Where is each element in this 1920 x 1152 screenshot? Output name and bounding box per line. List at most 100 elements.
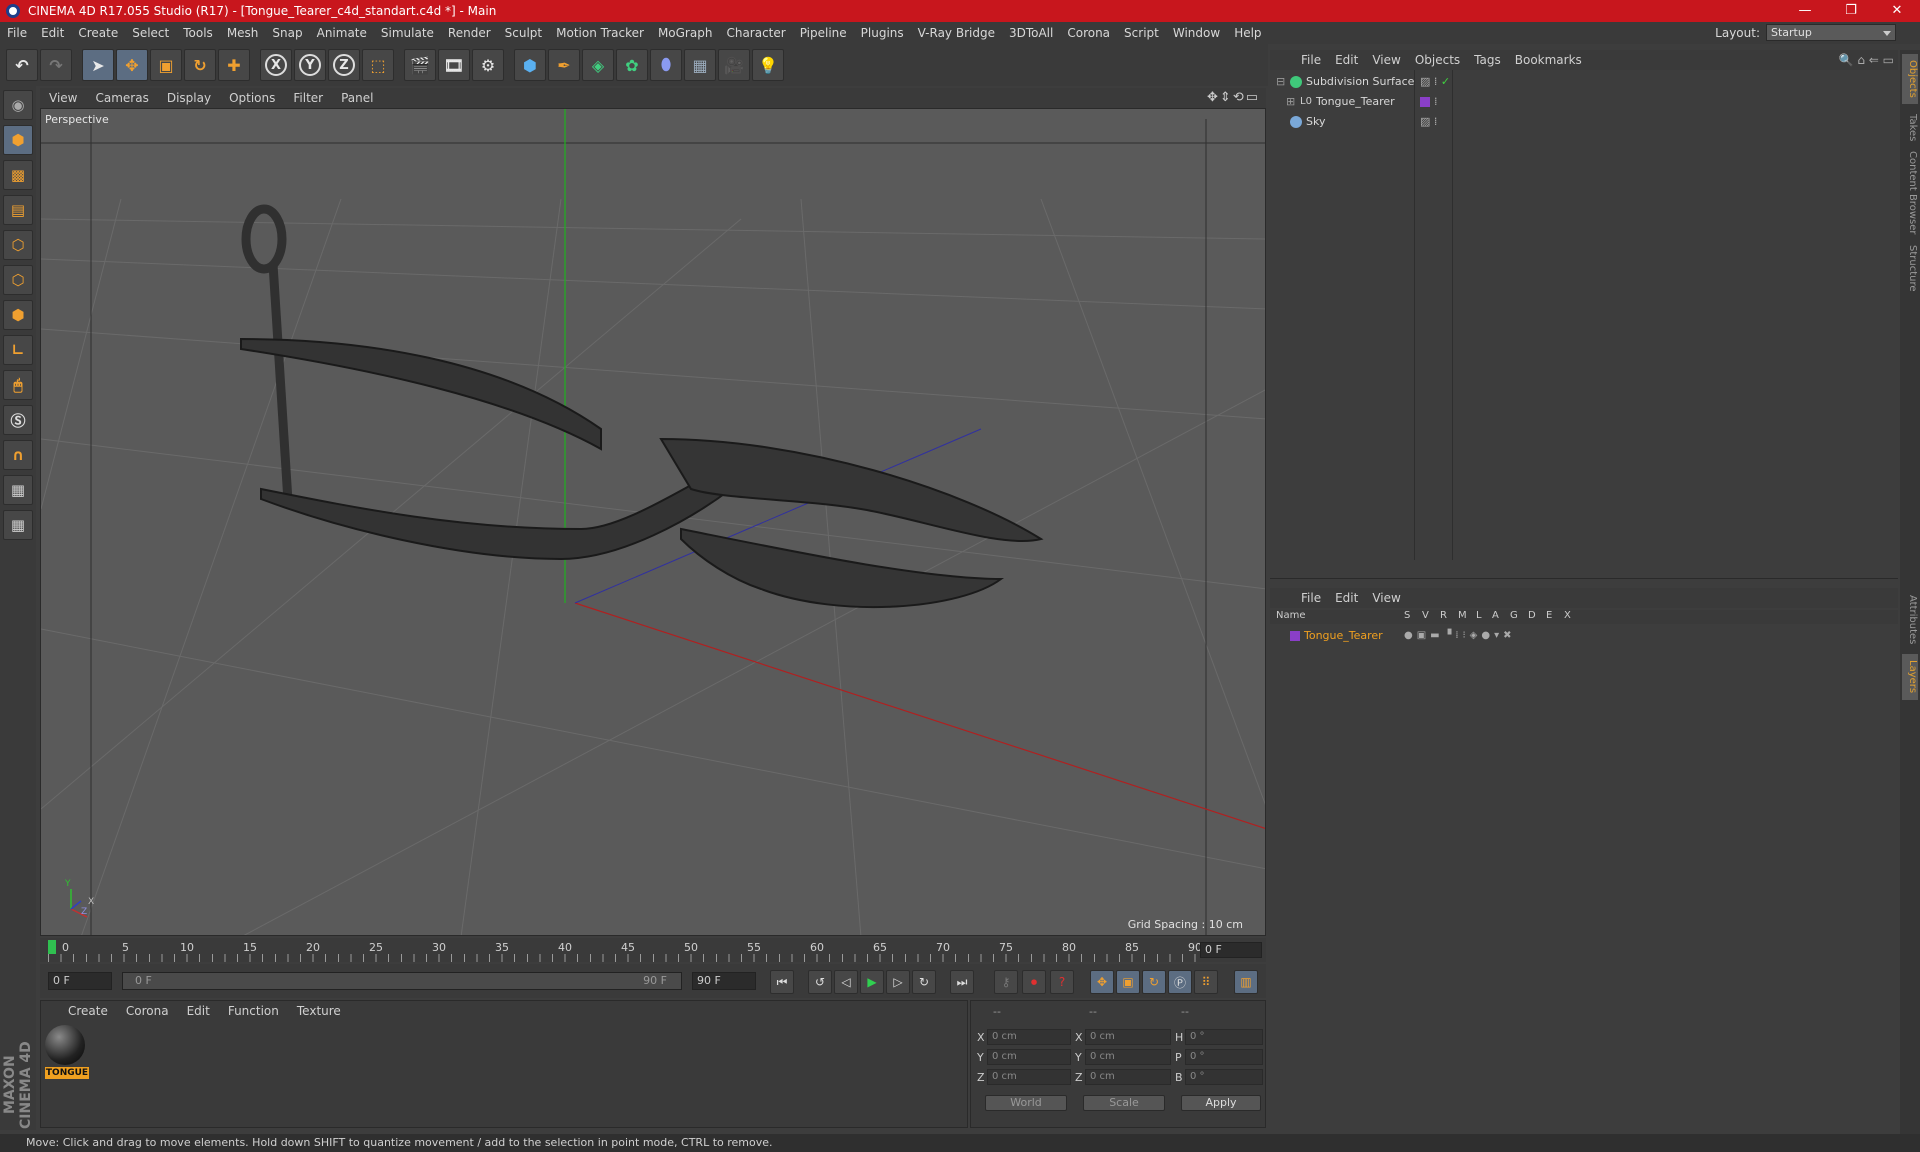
timeline-window-button[interactable]: ▥ xyxy=(1234,970,1258,994)
tab-content-browser[interactable]: Content Browser xyxy=(1902,150,1918,236)
polygons-mode-button[interactable]: ⬢ xyxy=(3,300,33,330)
prev-key-button[interactable]: ↺ xyxy=(808,970,832,994)
menu-help[interactable]: Help xyxy=(1227,26,1268,40)
goto-start-button[interactable]: ⏮ xyxy=(770,970,794,994)
autokey-button[interactable]: ⏺ xyxy=(1022,970,1046,994)
viewport-menu-display[interactable]: Display xyxy=(158,91,220,105)
visibility-dots-icon[interactable]: ▨ ⁞ ✓ xyxy=(1420,72,1450,92)
maximize-button[interactable]: ❐ xyxy=(1828,0,1874,22)
om-toolbar-icons[interactable]: 🔍 ⌂ ⇐ ▭ xyxy=(1839,53,1894,67)
next-key-button[interactable]: ↻ xyxy=(912,970,936,994)
visibility-dots-icon[interactable]: ▨ ⁞ xyxy=(1420,112,1437,132)
size-mode-dropdown[interactable]: Scale xyxy=(1083,1095,1165,1111)
next-frame-button[interactable]: ▷ xyxy=(886,970,910,994)
menu-motion-tracker[interactable]: Motion Tracker xyxy=(549,26,651,40)
viewport-menu-panel[interactable]: Panel xyxy=(332,91,382,105)
undo-button[interactable]: ↶ xyxy=(6,49,38,81)
move-tool-button[interactable]: ✥ xyxy=(116,49,148,81)
pos-y-field[interactable]: 0 cm xyxy=(987,1049,1071,1065)
size-y-field[interactable]: 0 cm xyxy=(1085,1049,1171,1065)
rotate-tool-button[interactable]: ↻ xyxy=(184,49,216,81)
workplane-lock-button[interactable]: ▦ xyxy=(3,475,33,505)
tab-objects[interactable]: Objects xyxy=(1902,54,1918,104)
pos-z-field[interactable]: 0 cm xyxy=(987,1069,1071,1085)
om-menu-view[interactable]: View xyxy=(1365,53,1407,67)
play-button[interactable]: ▶ xyxy=(860,970,884,994)
menu-3dtoall[interactable]: 3DToAll xyxy=(1002,26,1060,40)
redo-button[interactable]: ↷ xyxy=(40,49,72,81)
expand-toggle-icon[interactable]: ⊞ xyxy=(1286,92,1295,112)
om-menu-tags[interactable]: Tags xyxy=(1467,53,1508,67)
render-view-button[interactable]: 🎬 xyxy=(404,49,436,81)
viewport-navigation-icons[interactable]: ✥⇕⟲▭ xyxy=(1207,90,1260,105)
end-frame-field[interactable]: 90 F xyxy=(692,972,756,990)
menu-corona[interactable]: Corona xyxy=(1060,26,1117,40)
om-menu-file[interactable]: File xyxy=(1294,53,1328,67)
workplane-mode-button[interactable]: ▤ xyxy=(3,195,33,225)
goto-end-button[interactable]: ⏭ xyxy=(950,970,974,994)
deformer-button[interactable]: ⬮ xyxy=(650,49,682,81)
make-editable-button[interactable]: ◉ xyxy=(3,90,33,120)
material-menu-function[interactable]: Function xyxy=(219,1004,288,1018)
viewport-menu-view[interactable]: View xyxy=(40,91,86,105)
z-axis-lock-button[interactable]: Z xyxy=(328,49,360,81)
cube-object-button[interactable]: ⬢ xyxy=(514,49,546,81)
object-row-tongue-tearer[interactable]: ⊞ L0 Tongue_Tearer ⁞ xyxy=(1270,92,1898,112)
lm-menu-view[interactable]: View xyxy=(1365,591,1407,605)
layer-row[interactable]: Tongue_Tearer ●▣▬▝⁞⁝◈●▾✖ xyxy=(1270,626,1898,646)
light-button[interactable]: 💡 xyxy=(752,49,784,81)
playhead[interactable] xyxy=(48,940,56,954)
timeline[interactable]: 0 5 10 15 20 25 30 35 40 45 50 55 60 65 … xyxy=(40,938,1266,962)
points-mode-button[interactable]: ⬡ xyxy=(3,230,33,260)
menu-select[interactable]: Select xyxy=(125,26,176,40)
pos-x-field[interactable]: 0 cm xyxy=(987,1029,1071,1045)
current-frame-field[interactable]: 0 F xyxy=(1200,942,1262,958)
om-menu-edit[interactable]: Edit xyxy=(1328,53,1365,67)
menu-vray-bridge[interactable]: V-Ray Bridge xyxy=(911,26,1002,40)
snap-toggle-button[interactable]: Ⓢ xyxy=(3,405,33,435)
expand-toggle-icon[interactable]: ⊟ xyxy=(1276,72,1285,92)
parameter-key-button[interactable]: Ⓟ xyxy=(1168,970,1192,994)
om-menu-objects[interactable]: Objects xyxy=(1408,53,1467,67)
tab-layers[interactable]: Layers xyxy=(1902,654,1918,700)
layout-dropdown[interactable]: Startup xyxy=(1766,24,1896,41)
floor-button[interactable]: ▦ xyxy=(684,49,716,81)
material-menu-corona[interactable]: Corona xyxy=(117,1004,178,1018)
menu-animate[interactable]: Animate xyxy=(310,26,374,40)
workplane-rotate-button[interactable]: ▦ xyxy=(3,510,33,540)
start-frame-field[interactable]: 0 F xyxy=(48,972,112,990)
menu-plugins[interactable]: Plugins xyxy=(854,26,911,40)
material-menu-edit[interactable]: Edit xyxy=(178,1004,219,1018)
point-level-key-button[interactable]: ⠿ xyxy=(1194,970,1218,994)
rot-h-field[interactable]: 0 ° xyxy=(1185,1029,1263,1045)
coordinate-system-button[interactable]: ⬚ xyxy=(362,49,394,81)
om-menu-bookmarks[interactable]: Bookmarks xyxy=(1508,53,1589,67)
viewport-menu-options[interactable]: Options xyxy=(220,91,284,105)
close-button[interactable]: ✕ xyxy=(1874,0,1920,22)
pen-spline-button[interactable]: ✒ xyxy=(548,49,580,81)
menu-tools[interactable]: Tools xyxy=(176,26,220,40)
minimize-button[interactable]: — xyxy=(1782,0,1828,22)
material-menu-create[interactable]: Create xyxy=(59,1004,117,1018)
lm-menu-file[interactable]: File xyxy=(1294,591,1328,605)
menu-simulate[interactable]: Simulate xyxy=(374,26,441,40)
render-picture-viewer-button[interactable]: 🎞 xyxy=(438,49,470,81)
position-key-button[interactable]: ✥ xyxy=(1090,970,1114,994)
menu-create[interactable]: Create xyxy=(71,26,125,40)
size-z-field[interactable]: 0 cm xyxy=(1085,1069,1171,1085)
camera-button[interactable]: 🎥 xyxy=(718,49,750,81)
menu-edit[interactable]: Edit xyxy=(34,26,71,40)
recent-tools-button[interactable]: ✚ xyxy=(218,49,250,81)
subdivision-surface-button[interactable]: ◈ xyxy=(582,49,614,81)
axis-mode-button[interactable]: ∟ xyxy=(3,335,33,365)
menu-file[interactable]: File xyxy=(0,26,34,40)
menu-window[interactable]: Window xyxy=(1166,26,1227,40)
prev-frame-button[interactable]: ◁ xyxy=(834,970,858,994)
tab-takes[interactable]: Takes xyxy=(1902,108,1918,148)
menu-character[interactable]: Character xyxy=(719,26,792,40)
tweak-mode-button[interactable]: 🖱 xyxy=(3,370,33,400)
layer-toggle-icons[interactable]: ●▣▬▝⁞⁝◈●▾✖ xyxy=(1404,626,1515,646)
magnet-button[interactable]: ∩ xyxy=(3,440,33,470)
cloner-button[interactable]: ✿ xyxy=(616,49,648,81)
size-x-field[interactable]: 0 cm xyxy=(1085,1029,1171,1045)
